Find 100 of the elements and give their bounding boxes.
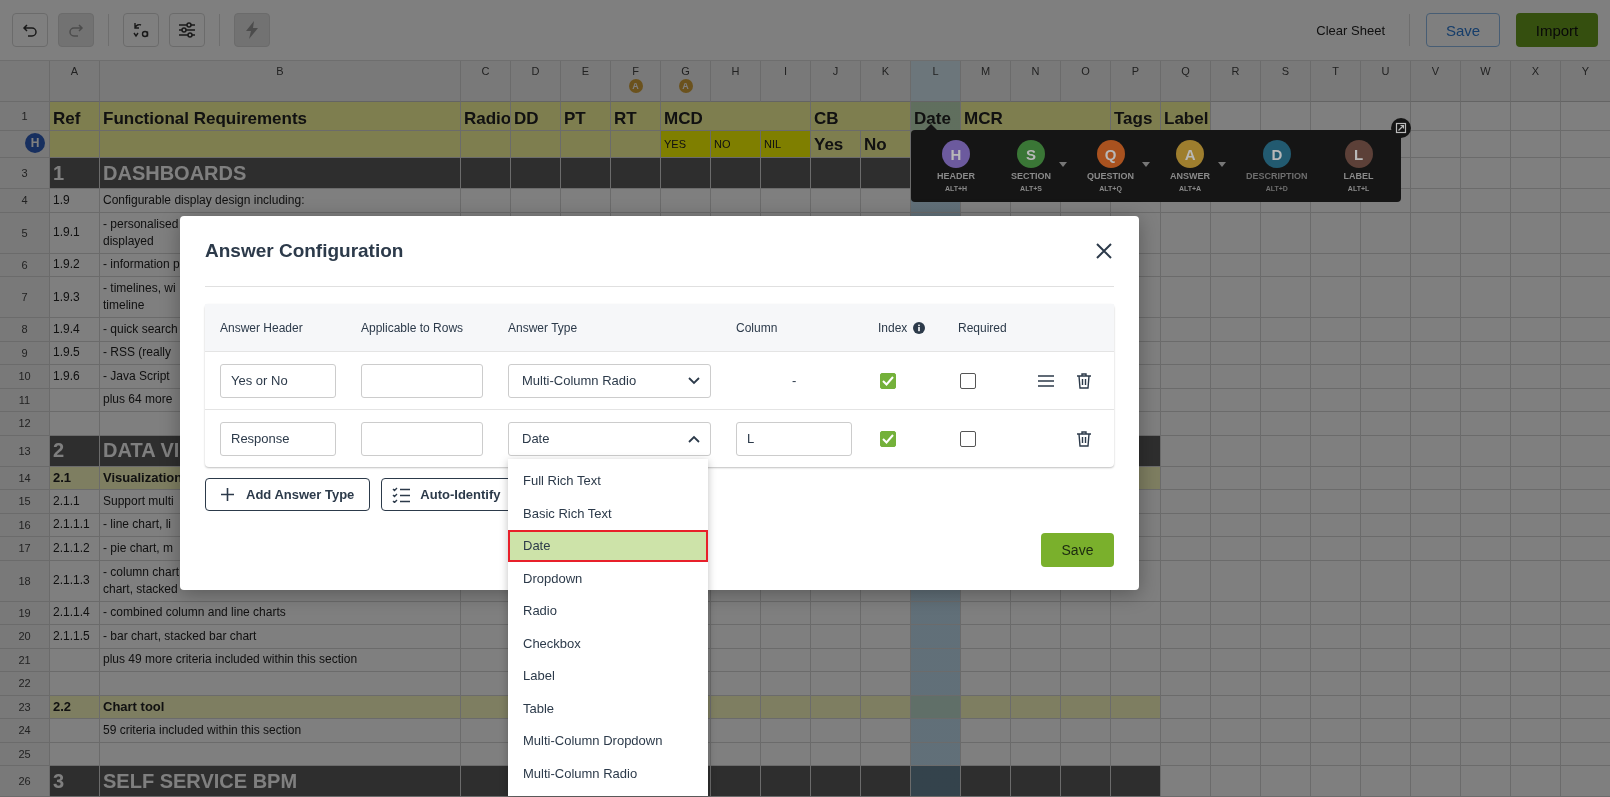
- table-cell: DASHBOARDS: [100, 158, 461, 189]
- dropdown-option[interactable]: Basic Rich Text: [508, 497, 708, 530]
- drag-handle-icon[interactable]: [1038, 374, 1054, 387]
- table-cell: [1161, 412, 1211, 436]
- caret-icon[interactable]: [1142, 162, 1151, 167]
- row-number[interactable]: 14: [0, 466, 50, 490]
- row-number[interactable]: 15: [0, 490, 50, 514]
- undo-button[interactable]: [12, 13, 48, 47]
- row-number[interactable]: 26: [0, 766, 50, 797]
- row-number[interactable]: 21: [0, 648, 50, 672]
- tool-letter-badge: H: [942, 140, 970, 168]
- row-number[interactable]: 8: [0, 318, 50, 342]
- dropdown-option[interactable]: Dropdown: [508, 562, 708, 595]
- row-number[interactable]: 18: [0, 560, 50, 602]
- table-cell: - bar chart, stacked bar chart: [100, 625, 461, 649]
- table-cell: [961, 695, 1011, 719]
- column-header[interactable]: T: [1311, 61, 1361, 102]
- index-checkbox[interactable]: [880, 430, 896, 447]
- column-heading: Required: [958, 320, 1007, 335]
- dropdown-option[interactable]: Table: [508, 692, 708, 725]
- column-header[interactable]: W: [1461, 61, 1511, 102]
- column-letter: G: [681, 65, 690, 77]
- transform-button[interactable]: [123, 13, 159, 47]
- caret-icon[interactable]: [1059, 162, 1068, 167]
- table-cell: [511, 158, 561, 189]
- table-cell: [1011, 766, 1061, 797]
- save-button[interactable]: Save: [1041, 533, 1114, 567]
- dropdown-option[interactable]: Label: [508, 659, 708, 692]
- table-cell: MCR: [961, 102, 1111, 131]
- required-checkbox[interactable]: [960, 372, 976, 389]
- column-header[interactable]: U: [1361, 61, 1411, 102]
- row-number[interactable]: 3: [0, 158, 50, 189]
- row-number[interactable]: 19: [0, 601, 50, 625]
- row-number[interactable]: 11: [0, 388, 50, 412]
- table-cell: YES: [661, 131, 711, 158]
- column-heading: Applicable to Rows: [361, 320, 464, 335]
- row-number[interactable]: 9: [0, 341, 50, 365]
- answer-header-field[interactable]: Yes or No: [220, 363, 336, 398]
- answer-type-select[interactable]: Date: [508, 421, 711, 456]
- dropdown-option[interactable]: Multi-Column Radio: [508, 757, 708, 790]
- row-header[interactable]: H: [0, 131, 50, 158]
- row-number[interactable]: 4: [0, 189, 50, 213]
- delete-icon[interactable]: [1077, 372, 1091, 389]
- table-cell: [1011, 672, 1061, 696]
- row-number[interactable]: 20: [0, 625, 50, 649]
- column-header[interactable]: R: [1211, 61, 1261, 102]
- column-header[interactable]: Y: [1561, 61, 1610, 102]
- column-letter: V: [1431, 65, 1440, 77]
- row-number[interactable]: 16: [0, 513, 50, 537]
- info-icon[interactable]: [913, 321, 926, 334]
- required-checkbox[interactable]: [960, 430, 976, 447]
- column-field[interactable]: L: [736, 421, 852, 456]
- table-cell: [761, 766, 811, 797]
- table-cell: [1061, 672, 1111, 696]
- row-number[interactable]: 22: [0, 672, 50, 696]
- column-header[interactable]: V: [1411, 61, 1461, 102]
- applicable-rows-field[interactable]: [361, 363, 483, 398]
- dropdown-option[interactable]: Checkbox: [508, 627, 708, 660]
- table-cell: [611, 131, 661, 158]
- column-letter: K: [881, 65, 890, 77]
- column-header[interactable]: X: [1511, 61, 1561, 102]
- dropdown-option[interactable]: Full Rich Text: [508, 464, 708, 497]
- row-number[interactable]: 5: [0, 212, 50, 254]
- row-number[interactable]: 25: [0, 742, 50, 766]
- corner-cell[interactable]: [0, 61, 50, 102]
- row-number[interactable]: 17: [0, 537, 50, 561]
- dropdown-option[interactable]: Multi-Column Dropdown: [508, 724, 708, 757]
- row-number[interactable]: 1: [0, 102, 50, 131]
- table-cell: Yes: [811, 131, 861, 158]
- clear-sheet-button[interactable]: Clear Sheet: [1312, 22, 1389, 38]
- save-button[interactable]: Save: [1426, 13, 1500, 47]
- import-button[interactable]: Import: [1516, 13, 1598, 47]
- column-letter: Q: [1181, 65, 1190, 77]
- caret-icon[interactable]: [1218, 162, 1227, 167]
- answer-type-select[interactable]: Multi-Column Radio: [508, 363, 711, 398]
- row-number[interactable]: 24: [0, 719, 50, 743]
- settings-button[interactable]: [169, 13, 205, 47]
- dropdown-option[interactable]: Radio: [508, 594, 708, 627]
- delete-icon[interactable]: [1077, 430, 1091, 447]
- index-checkbox[interactable]: [880, 372, 896, 389]
- row-number[interactable]: 13: [0, 435, 50, 467]
- row-number[interactable]: 6: [0, 253, 50, 277]
- table-cell: [861, 695, 911, 719]
- applicable-rows-field[interactable]: [361, 421, 483, 456]
- column-header[interactable]: S: [1261, 61, 1311, 102]
- table-cell: [961, 672, 1011, 696]
- column-header[interactable]: L: [911, 61, 961, 102]
- row-number[interactable]: 12: [0, 412, 50, 436]
- expand-icon[interactable]: [1391, 118, 1411, 138]
- add-answer-type-button[interactable]: Add Answer Type: [205, 478, 371, 511]
- close-icon[interactable]: [1096, 243, 1112, 259]
- row-number[interactable]: 7: [0, 277, 50, 318]
- table-cell: [861, 648, 911, 672]
- row-number[interactable]: 23: [0, 695, 50, 719]
- row-number[interactable]: 10: [0, 365, 50, 389]
- table-cell: [1161, 466, 1211, 490]
- column-letter: X: [1531, 65, 1540, 77]
- answer-header-field[interactable]: Response: [220, 421, 336, 456]
- dropdown-option[interactable]: Date: [508, 529, 708, 562]
- checklist-icon: [392, 486, 411, 503]
